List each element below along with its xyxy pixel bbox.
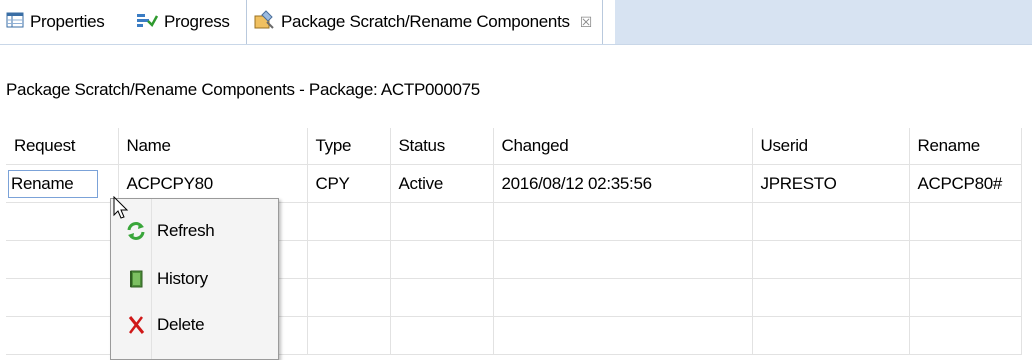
page-title: Package Scratch/Rename Components - Pack… [6, 80, 480, 99]
tab-properties[interactable]: Properties [6, 0, 105, 44]
changed-cell: 2016/08/12 02:35:56 [492, 164, 753, 203]
tab-package-label: Package Scratch/Rename Components [281, 12, 570, 31]
status-cell: Active [389, 164, 494, 203]
delete-icon [125, 314, 147, 336]
history-icon [125, 268, 147, 290]
menu-item-delete[interactable]: Delete [111, 305, 278, 345]
tab-progress[interactable]: Progress [136, 0, 230, 44]
context-menu: Refresh History Delete [110, 198, 279, 360]
column-header-userid[interactable]: Userid [751, 128, 910, 165]
userid-cell: JPRESTO [751, 164, 910, 203]
table-header-row: Request Name Type Status Changed Userid … [6, 128, 1022, 165]
package-icon [253, 9, 275, 35]
menu-item-history-label: History [157, 269, 208, 288]
tab-package-scratch-rename[interactable]: Package Scratch/Rename Components ☒ [246, 0, 603, 44]
tab-progress-label: Progress [164, 12, 230, 31]
menu-item-delete-label: Delete [157, 315, 205, 334]
view-tab-bar: Properties Progress Package Scratch/Rena… [0, 0, 1032, 45]
progress-icon [136, 12, 159, 33]
rename-cell[interactable]: ACPCP80# [908, 164, 1022, 203]
column-header-status[interactable]: Status [389, 128, 494, 165]
menu-item-refresh-label: Refresh [157, 221, 215, 240]
column-header-changed[interactable]: Changed [492, 128, 753, 165]
tab-bar-background [615, 0, 1032, 44]
type-cell: CPY [306, 164, 391, 203]
table-row[interactable]: Rename ACPCPY80 CPY Active 2016/08/12 02… [6, 164, 1022, 203]
tab-properties-label: Properties [30, 12, 105, 31]
column-header-type[interactable]: Type [306, 128, 391, 165]
name-cell: ACPCPY80 [117, 164, 308, 203]
column-header-rename[interactable]: Rename [908, 128, 1022, 165]
menu-item-refresh[interactable]: Refresh [111, 211, 278, 251]
menu-item-history[interactable]: History [111, 259, 278, 299]
column-header-name[interactable]: Name [117, 128, 308, 165]
request-cell[interactable]: Rename [6, 164, 119, 203]
request-dropdown[interactable]: Rename [8, 169, 99, 198]
mouse-pointer-icon [113, 195, 129, 225]
close-tab-icon[interactable]: ☒ [580, 14, 593, 31]
column-header-request[interactable]: Request [6, 128, 119, 165]
properties-icon [6, 12, 24, 33]
